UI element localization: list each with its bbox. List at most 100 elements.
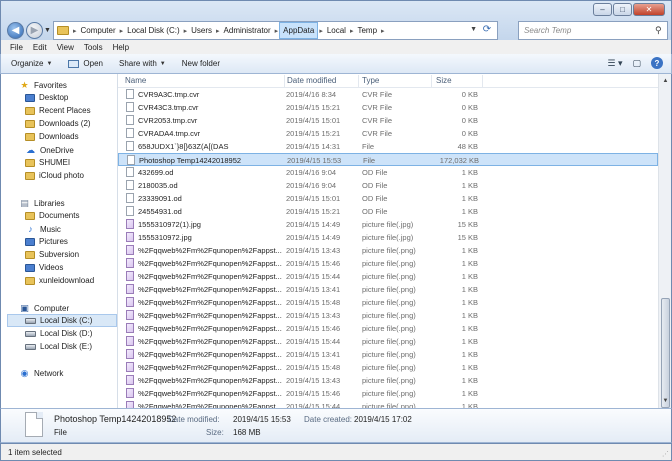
cell-name: 1555310972.jpg	[138, 233, 192, 242]
table-row[interactable]: CVR9A3C.tmp.cvr 2019/4/16 8:34 CVR File 0 K…	[118, 88, 658, 101]
search-icon[interactable]: ⚲	[655, 25, 667, 36]
folder-icon	[57, 26, 69, 35]
nav-item-videos[interactable]: Videos	[25, 263, 63, 272]
column-divider[interactable]	[431, 75, 432, 87]
nav-favorites[interactable]: ★ Favorites	[19, 80, 66, 90]
scroll-down-icon[interactable]: ▼	[659, 394, 672, 408]
nav-item-subversion[interactable]: Subversion	[25, 250, 79, 259]
column-divider[interactable]	[482, 75, 483, 87]
view-controls: ☰ ▾ ▢ ?	[597, 57, 663, 69]
nav-item-downloads-2[interactable]: Downloads (2)	[25, 119, 91, 128]
table-row[interactable]: %2Fqqweb%2Fm%2Fqunopen%2Fappst... 2019/4/…	[118, 283, 658, 296]
nav-item-music[interactable]: ♪ Music	[25, 224, 61, 234]
table-row[interactable]: 658JUDX1`}8[}63Z(A[(DAS 2019/4/15 14:31 Fi…	[118, 140, 658, 153]
table-row[interactable]: %2Fqqweb%2Fm%2Fqunopen%2Fappst... 2019/4/…	[118, 374, 658, 387]
cell-name: 24554931.od	[138, 207, 182, 216]
nav-item-shumei[interactable]: SHUMEI	[25, 158, 70, 167]
open-button[interactable]: Open	[68, 59, 103, 68]
maximize-button[interactable]: □	[613, 3, 632, 16]
breadcrumb-temp[interactable]: Temp	[354, 22, 380, 39]
table-row[interactable]: %2Fqqweb%2Fm%2Fqunopen%2Fappst... 2019/4/…	[118, 309, 658, 322]
close-button[interactable]: ✕	[633, 3, 665, 16]
menu-tools[interactable]: Tools	[80, 43, 109, 52]
nav-item-downloads[interactable]: Downloads	[25, 132, 79, 141]
nav-network[interactable]: ◉ Network	[19, 368, 64, 378]
change-view-icon[interactable]: ☰ ▾	[607, 58, 622, 69]
cell-type: picture file(.png)	[362, 350, 416, 359]
table-row[interactable]: %2Fqqweb%2Fm%2Fqunopen%2Fappst... 2019/4/…	[118, 322, 658, 335]
breadcrumb-local[interactable]: Local	[324, 22, 349, 39]
organize-button[interactable]: Organize ▼	[11, 59, 52, 68]
chevron-right-icon[interactable]: ▸	[380, 27, 386, 35]
scroll-thumb[interactable]	[661, 298, 670, 408]
table-row[interactable]: %2Fqqweb%2Fm%2Fqunopen%2Fappst... 2019/4/…	[118, 387, 658, 400]
status-text: 1 item selected	[8, 447, 62, 457]
vertical-scrollbar[interactable]: ▲ ▼	[658, 74, 672, 408]
menu-file[interactable]: File	[6, 43, 29, 52]
table-row[interactable]: %2Fqqweb%2Fm%2Fqunopen%2Fappst... 2019/4/…	[118, 257, 658, 270]
preview-pane-icon[interactable]: ▢	[632, 58, 641, 69]
table-row[interactable]: %2Fqqweb%2Fm%2Fqunopen%2Fappst... 2019/4/…	[118, 244, 658, 257]
nav-item-onedrive[interactable]: ☁ OneDrive	[25, 145, 74, 155]
table-row[interactable]: 1555310972(1).jpg 2019/4/15 14:49 picture …	[118, 218, 658, 231]
minimize-button[interactable]: –	[593, 3, 612, 16]
forward-button[interactable]: ▶	[26, 22, 43, 39]
breadcrumb-administrator[interactable]: Administrator	[221, 22, 274, 39]
nav-item-icloud-photo[interactable]: iCloud photo	[25, 171, 84, 180]
column-size[interactable]: Size	[436, 76, 452, 85]
column-type[interactable]: Type	[362, 76, 379, 85]
breadcrumb-local-disk-c[interactable]: Local Disk (C:)	[124, 22, 182, 39]
nav-item-local-disk-e[interactable]: Local Disk (E:)	[25, 342, 92, 351]
scroll-up-icon[interactable]: ▲	[659, 74, 672, 88]
breadcrumb-users[interactable]: Users	[188, 22, 215, 39]
menu-edit[interactable]: Edit	[29, 43, 53, 52]
chevron-down-icon[interactable]: ▼	[470, 26, 477, 33]
search-box[interactable]: Search Temp ⚲	[518, 21, 668, 40]
back-button[interactable]: ◀	[7, 22, 24, 39]
column-divider[interactable]	[284, 75, 285, 87]
nav-item-local-disk-d[interactable]: Local Disk (D:)	[25, 329, 92, 338]
search-input[interactable]: Search Temp	[524, 26, 655, 35]
menu-view[interactable]: View	[53, 43, 80, 52]
new-folder-button[interactable]: New folder	[182, 59, 220, 68]
share-with-button[interactable]: Share with ▼	[119, 59, 166, 68]
cell-date: 2019/4/15 13:43	[286, 376, 341, 385]
breadcrumb-appdata[interactable]: AppData	[279, 22, 319, 39]
column-name[interactable]: Name	[125, 76, 146, 85]
table-row[interactable]: %2Fqqweb%2Fm%2Fqunopen%2Fappst... 2019/4/…	[118, 361, 658, 374]
cell-type: CVR File	[362, 103, 393, 112]
table-row[interactable]: 23339091.od 2019/4/15 15:01 OD File 1 KB	[118, 192, 658, 205]
table-row[interactable]: CVR2053.tmp.cvr 2019/4/15 15:01 CVR File 0 …	[118, 114, 658, 127]
table-row[interactable]: %2Fqqweb%2Fm%2Fqunopen%2Fappst... 2019/4/…	[118, 400, 658, 408]
table-row-selected[interactable]: Photoshop Temp14242018952 2019/4/15 15:53…	[118, 153, 658, 166]
table-row[interactable]: %2Fqqweb%2Fm%2Fqunopen%2Fappst... 2019/4/…	[118, 296, 658, 309]
table-row[interactable]: %2Fqqweb%2Fm%2Fqunopen%2Fappst... 2019/4/…	[118, 335, 658, 348]
table-row[interactable]: 2180035.od 2019/4/16 9:04 OD File 1 KB	[118, 179, 658, 192]
nav-item-desktop[interactable]: Desktop	[25, 93, 68, 102]
recent-pages-dropdown[interactable]: ▼	[44, 27, 51, 34]
nav-item-xunleidownload[interactable]: xunleidownload	[25, 276, 94, 285]
nav-item-recent-places[interactable]: Recent Places	[25, 106, 91, 115]
table-row[interactable]: 432699.od 2019/4/16 9:04 OD File 1 KB	[118, 166, 658, 179]
help-icon[interactable]: ?	[651, 57, 663, 69]
nav-item-documents[interactable]: Documents	[25, 211, 79, 220]
nav-computer[interactable]: ▣ Computer	[19, 303, 69, 313]
nav-item-local-disk-c[interactable]: Local Disk (C:)	[7, 314, 117, 327]
table-row[interactable]: CVRADA4.tmp.cvr 2019/4/15 15:21 CVR File 0 …	[118, 127, 658, 140]
cell-name: 23339091.od	[138, 194, 182, 203]
breadcrumb-computer[interactable]: Computer	[78, 22, 119, 39]
table-row[interactable]: 1555310972.jpg 2019/4/15 14:49 picture fil…	[118, 231, 658, 244]
table-row[interactable]: 24554931.od 2019/4/15 15:21 OD File 1 KB	[118, 205, 658, 218]
cell-type: picture file(.png)	[362, 298, 416, 307]
nav-item-pictures[interactable]: Pictures	[25, 237, 68, 246]
nav-libraries[interactable]: ▤ Libraries	[19, 198, 64, 208]
resize-grip-icon[interactable]: ⋰	[662, 450, 669, 458]
menu-help[interactable]: Help	[109, 43, 135, 52]
address-bar[interactable]: ▸ Computer ▸ Local Disk (C:) ▸ Users ▸ A…	[53, 21, 498, 40]
column-divider[interactable]	[358, 75, 359, 87]
refresh-icon[interactable]: ⟳	[480, 24, 494, 37]
table-row[interactable]: %2Fqqweb%2Fm%2Fqunopen%2Fappst... 2019/4/…	[118, 348, 658, 361]
column-date-modified[interactable]: Date modified	[287, 76, 336, 85]
table-row[interactable]: CVR43C3.tmp.cvr 2019/4/15 15:21 CVR File 0 …	[118, 101, 658, 114]
table-row[interactable]: %2Fqqweb%2Fm%2Fqunopen%2Fappst... 2019/4/…	[118, 270, 658, 283]
